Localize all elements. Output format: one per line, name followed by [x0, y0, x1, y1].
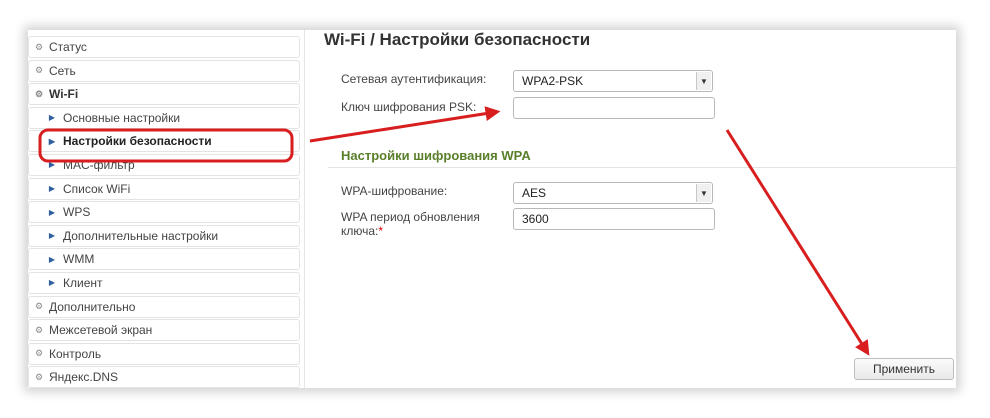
sidebar-item-label: Дополнительные настройки: [63, 228, 219, 243]
chevron-right-icon: ▶: [48, 231, 55, 241]
sidebar-item-label: MAC-фильтр: [63, 157, 135, 172]
sidebar-item-label: Основные настройки: [63, 110, 181, 125]
key-period-input[interactable]: 3600: [513, 208, 715, 230]
sidebar-item-label: Список WiFi: [63, 181, 131, 196]
sidebar-item-label: WPS: [63, 205, 91, 220]
chevron-right-icon: ▶: [48, 184, 55, 194]
sidebar-item-mac-filter[interactable]: ▶ MAC-фильтр: [28, 153, 300, 176]
sidebar-item-label: Сеть: [49, 63, 76, 78]
sidebar-item-status[interactable]: ⚙ Статус: [28, 36, 300, 58]
gear-icon: ⚙: [34, 348, 44, 359]
sidebar-item-label: Дополнительно: [49, 299, 136, 314]
router-settings-panel: ⚙ Статус ⚙ Сеть ⚙ Wi-Fi ▶ Основные настр…: [28, 30, 956, 388]
apply-button[interactable]: Применить: [854, 358, 954, 380]
gear-icon: ⚙: [34, 324, 44, 335]
chevron-right-icon: ▶: [48, 207, 55, 217]
sidebar-item-label: WMM: [63, 252, 95, 267]
page-title: Wi-Fi / Настройки безопасности: [324, 30, 591, 49]
gear-icon: ⚙: [34, 65, 44, 76]
sidebar-item-label: Wi-Fi: [49, 87, 79, 102]
sidebar-item-firewall[interactable]: ⚙ Межсетевой экран: [28, 319, 300, 342]
auth-select-value: WPA2-PSK: [522, 74, 584, 88]
sidebar-item-label: Яндекс.DNS: [49, 370, 119, 385]
sidebar-item-wps[interactable]: ▶ WPS: [28, 201, 300, 224]
gear-icon: ⚙: [34, 41, 44, 52]
sidebar-item-control[interactable]: ⚙ Контроль: [28, 342, 300, 365]
psk-label: Ключ шифрования PSK:: [341, 100, 477, 114]
section-divider: [328, 167, 956, 168]
sidebar-item-additional[interactable]: ⚙ Дополнительно: [28, 295, 300, 318]
sidebar-item-network[interactable]: ⚙ Сеть: [28, 59, 300, 82]
gear-icon: ⚙: [34, 301, 44, 312]
key-period-label: WPA период обновления ключа:*: [341, 210, 480, 238]
auth-label: Сетевая аутентификация:: [341, 72, 487, 86]
sidebar-item-wifi-list[interactable]: ▶ Список WiFi: [28, 177, 300, 200]
required-asterisk: *: [378, 224, 384, 238]
gear-icon: ⚙: [34, 371, 44, 382]
chevron-right-icon: ▶: [48, 136, 55, 146]
gear-open-icon: ⚙: [34, 88, 44, 99]
sidebar-item-label: Клиент: [63, 275, 103, 290]
wpa-section-title: Настройки шифрования WPA: [341, 148, 531, 163]
key-period-label-line1: WPA период обновления: [341, 210, 480, 224]
sidebar-divider: [304, 30, 305, 388]
sidebar-item-wmm[interactable]: ▶ WMM: [28, 248, 300, 271]
sidebar-item-label: Настройки безопасности: [63, 134, 212, 149]
sidebar-item-client[interactable]: ▶ Клиент: [28, 271, 300, 294]
cipher-select-value: AES: [522, 186, 547, 200]
psk-input[interactable]: [513, 97, 715, 119]
sidebar-item-label: Статус: [49, 40, 87, 54]
cipher-label: WPA-шифрование:: [341, 184, 448, 198]
sidebar-item-basic-settings[interactable]: ▶ Основные настройки: [28, 106, 300, 129]
sidebar-item-label: Межсетевой экран: [49, 323, 153, 338]
sidebar-item-label: Контроль: [49, 346, 102, 361]
chevron-right-icon: ▶: [48, 254, 55, 264]
chevron-right-icon: ▶: [48, 278, 55, 288]
sidebar-item-yandex-dns[interactable]: ⚙ Яндекс.DNS: [28, 366, 300, 388]
sidebar: ⚙ Статус ⚙ Сеть ⚙ Wi-Fi ▶ Основные настр…: [28, 36, 300, 388]
sidebar-item-wifi[interactable]: ⚙ Wi-Fi: [28, 83, 300, 106]
chevron-right-icon: ▶: [48, 160, 55, 170]
sidebar-item-advanced-settings[interactable]: ▶ Дополнительные настройки: [28, 224, 300, 247]
cipher-select[interactable]: AES ▼: [513, 182, 713, 204]
chevron-down-icon[interactable]: ▼: [696, 184, 711, 202]
auth-select[interactable]: WPA2-PSK ▼: [513, 70, 713, 92]
key-period-label-line2: ключа:: [341, 224, 379, 238]
sidebar-item-security-settings[interactable]: ▶ Настройки безопасности: [28, 130, 300, 153]
key-period-value: 3600: [522, 212, 549, 226]
chevron-right-icon: ▶: [48, 113, 55, 123]
chevron-down-icon[interactable]: ▼: [696, 72, 711, 90]
